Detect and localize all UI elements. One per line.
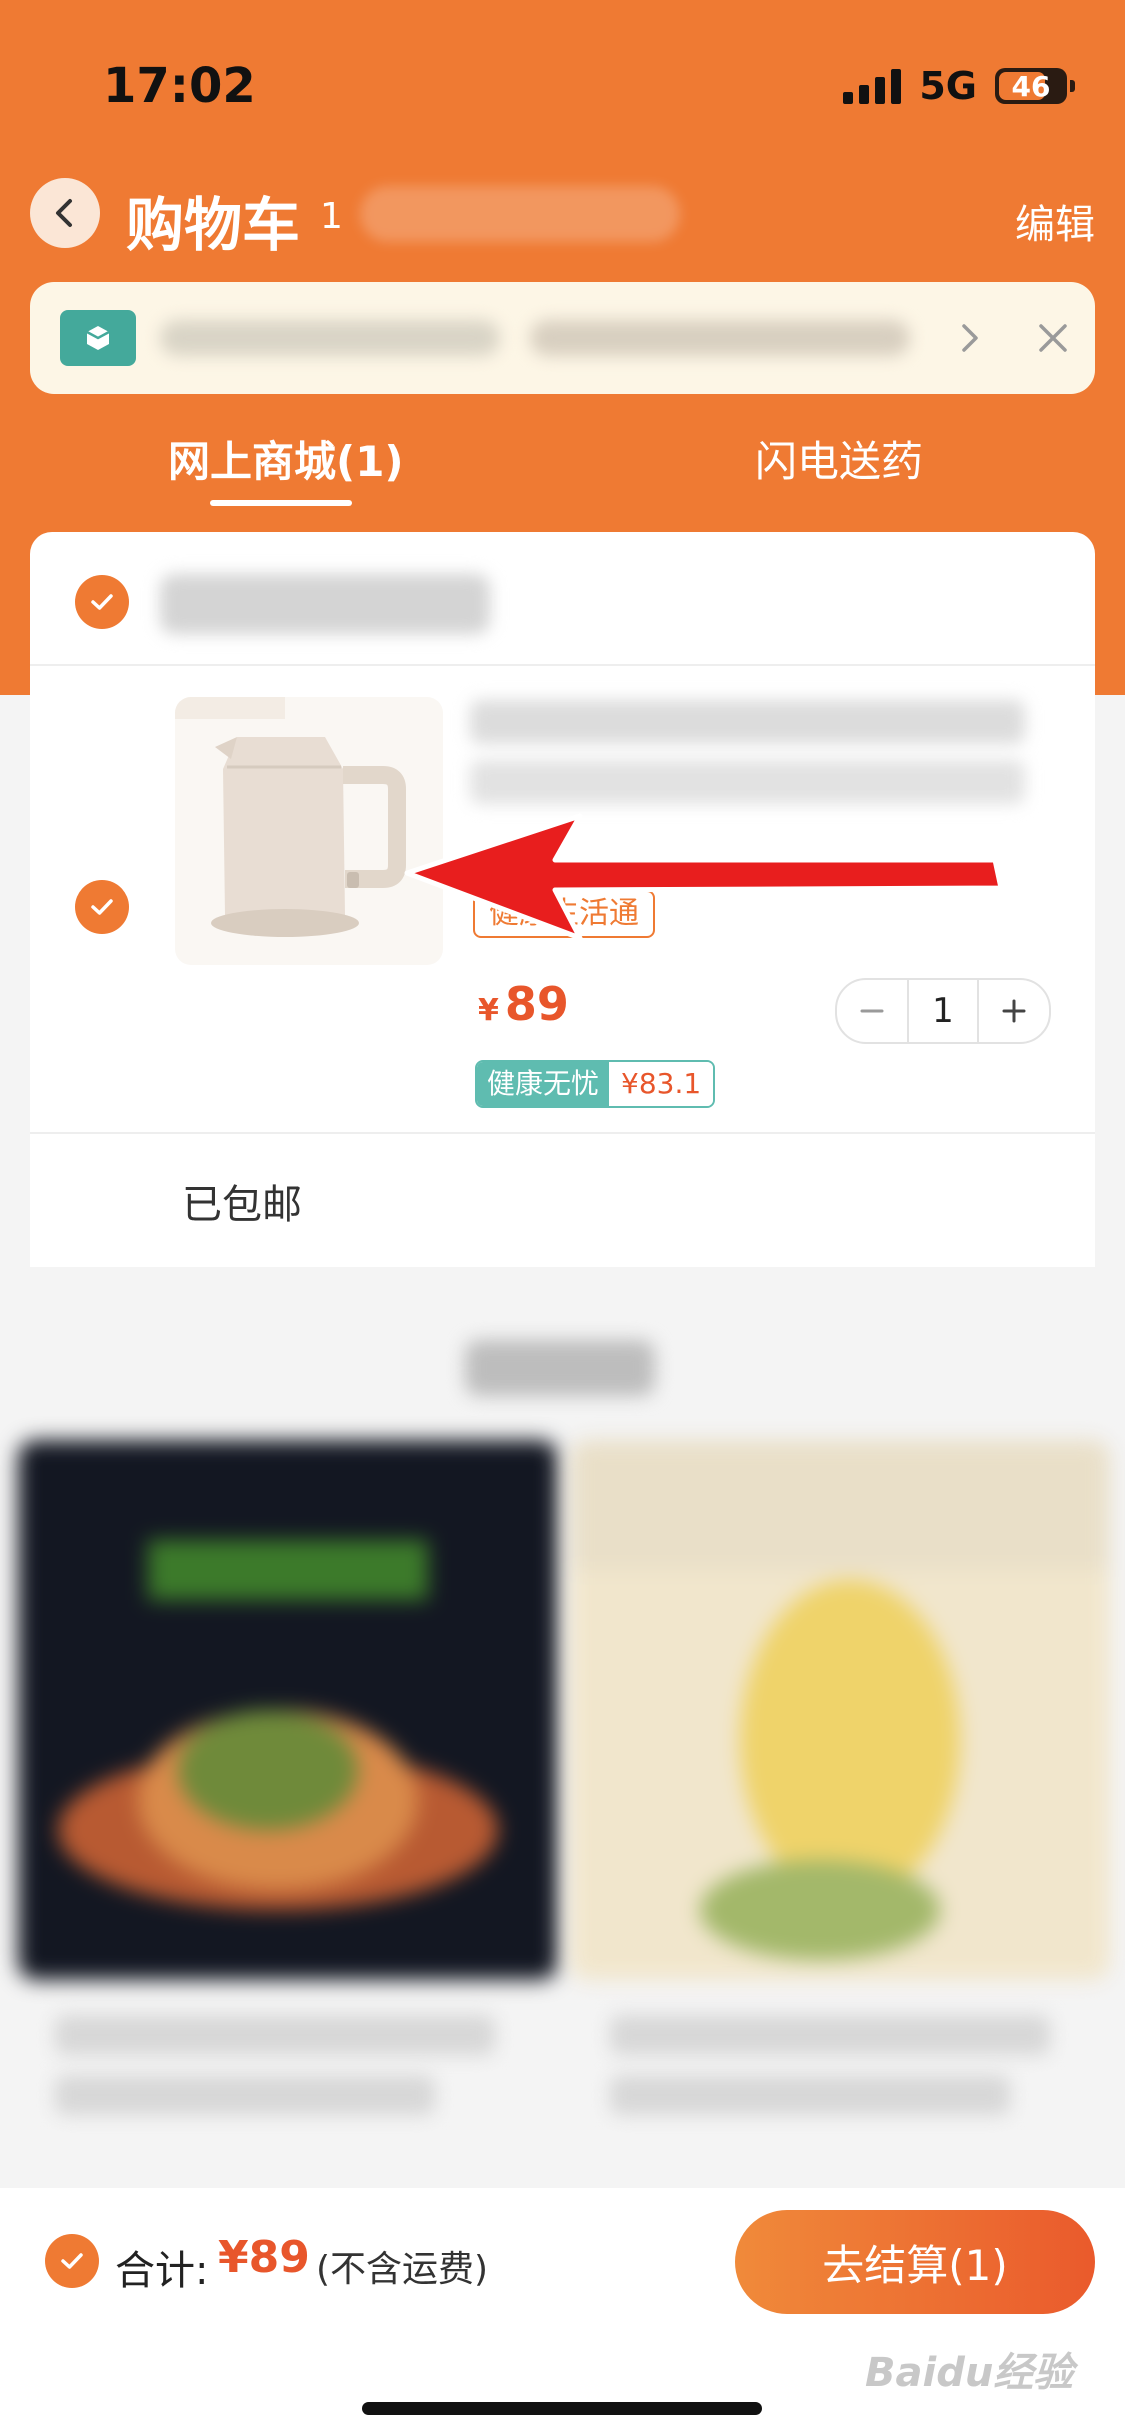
notice-banner[interactable] [30,282,1095,394]
quantity-value[interactable]: 1 [907,980,979,1042]
recommend-text-blurred [610,2015,1050,2055]
status-time: 17:02 [103,58,256,114]
active-tab-indicator [210,500,352,506]
check-icon [61,2253,83,2269]
network-type: 5G [919,64,977,108]
store-name-blurred [160,574,490,634]
minus-icon[interactable] [837,980,907,1042]
checkout-button[interactable]: 去结算(1) [735,2210,1095,2314]
edit-button[interactable]: 编辑 [1015,192,1095,250]
back-button[interactable] [30,178,100,248]
back-icon [56,199,72,227]
product-title-blurred [470,700,1025,744]
shipping-status: 已包邮 [182,1182,302,1228]
recommend-title-blurred [465,1340,655,1396]
check-icon [91,899,113,915]
quantity-stepper: 1 [835,978,1051,1044]
battery-icon: 46 [995,68,1075,104]
price-currency: ¥ [478,993,499,1028]
item-price: ¥89 [478,977,569,1031]
store-checkbox[interactable] [75,575,129,629]
baidu-watermark: Baidu经验 [865,2350,1074,2396]
cart-count: 1 [320,196,343,237]
battery-level: 46 [1011,69,1051,103]
checkout-bar: 合计: ¥89 (不含运费) 去结算(1) [0,2188,1125,2436]
divider [30,1132,1095,1134]
tab-flash-delivery[interactable]: 闪电送药 [755,428,923,489]
recommend-text-blurred [610,2075,1010,2115]
total-label: 合计: [115,2248,209,2294]
status-indicators: 5G 46 [843,64,1075,108]
red-arrow [404,813,1004,941]
health-price-tag: 健康无忧 ¥83.1 [475,1060,716,1108]
close-icon[interactable] [1025,310,1081,370]
price-value: 89 [504,977,569,1031]
recommend-card-2[interactable] [570,1440,1110,1980]
divider [30,664,1095,666]
signal-icon [843,68,902,104]
recommend-text-blurred [55,2075,435,2115]
recommend-card-1[interactable] [18,1440,558,1980]
recommend-text-blurred [55,2015,495,2055]
health-tag-label: 健康无忧 [477,1062,610,1106]
health-tag-price: ¥83.1 [609,1062,714,1106]
page-title: 购物车 [126,191,301,259]
product-title-blurred-2 [470,760,1025,804]
blurred-address [360,186,680,242]
total-note: (不含运费) [316,2249,489,2290]
plus-icon[interactable] [979,980,1049,1042]
home-indicator[interactable] [362,2402,762,2415]
item-checkbox[interactable] [75,880,129,934]
chevron-right-icon[interactable] [950,310,990,370]
shield-icon [60,310,136,366]
check-icon [91,594,113,610]
total-price: ¥89 [218,2232,310,2283]
select-all-checkbox[interactable] [45,2234,99,2288]
notice-text-blurred [160,320,500,356]
notice-text-blurred-2 [530,320,910,356]
tab-online-mall[interactable]: 网上商城(1) [168,428,404,489]
